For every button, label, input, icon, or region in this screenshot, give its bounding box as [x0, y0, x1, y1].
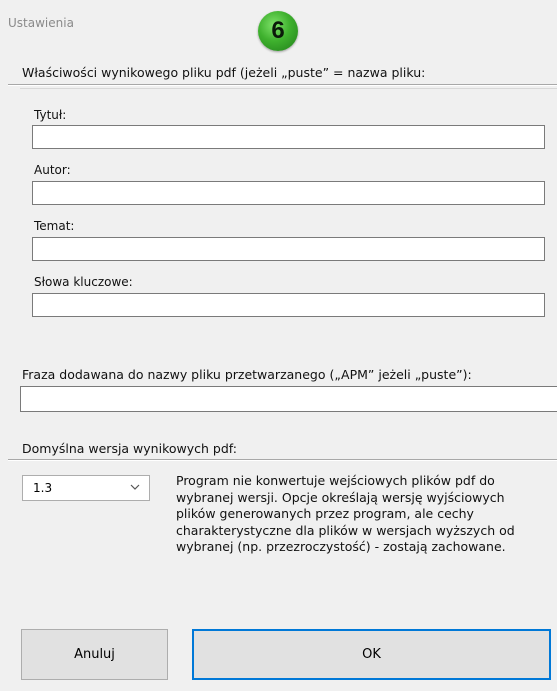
version-divider [8, 459, 557, 461]
ok-button[interactable]: OK [192, 629, 551, 680]
pdf-version-select[interactable]: 1.3 [22, 475, 150, 501]
version-heading: Domyślna wersja wynikowych pdf: [22, 441, 237, 456]
version-description: Program nie konwertuje wejściowych plikó… [176, 473, 515, 554]
subject-input[interactable] [32, 237, 545, 261]
pdf-version-value: 1.3 [33, 481, 53, 495]
title-label: Tytuł: [34, 108, 67, 122]
step-number-badge: 6 [258, 11, 298, 51]
title-input[interactable] [32, 125, 545, 149]
chevron-down-icon [130, 484, 140, 490]
suffix-input[interactable] [20, 386, 557, 412]
keywords-input[interactable] [32, 293, 545, 317]
pdf-properties-heading: Właściwości wynikowego pliku pdf (jeżeli… [22, 65, 426, 80]
subject-label: Temat: [34, 219, 75, 233]
author-input[interactable] [32, 181, 545, 205]
suffix-label: Fraza dodawana do nazwy pliku przetwarza… [22, 367, 472, 382]
author-label: Autor: [34, 163, 71, 177]
keywords-label: Słowa kluczowe: [34, 275, 133, 289]
window-title: Ustawienia [8, 16, 74, 30]
pdf-properties-divider [8, 84, 557, 86]
cancel-button[interactable]: Anuluj [21, 629, 168, 680]
